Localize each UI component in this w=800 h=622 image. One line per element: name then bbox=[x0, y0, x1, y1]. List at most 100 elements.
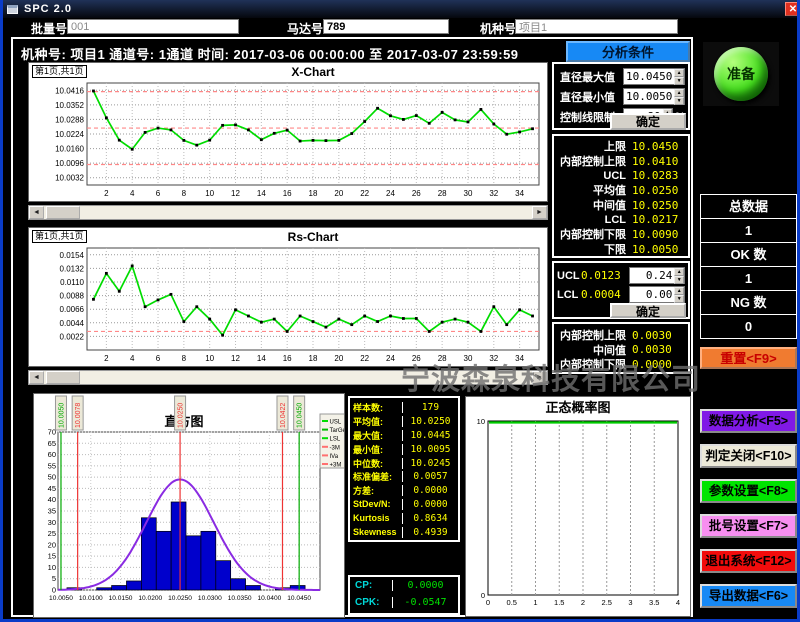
total-value: 1 bbox=[700, 218, 797, 243]
svg-text:0.0044: 0.0044 bbox=[60, 319, 85, 328]
confirm-button[interactable]: 确定 bbox=[610, 113, 686, 130]
dia-min-input[interactable] bbox=[624, 89, 674, 104]
spin-up-icon[interactable]: ▲ bbox=[674, 89, 684, 97]
spin-up-icon[interactable]: ▲ bbox=[674, 69, 684, 77]
dia-max-input[interactable] bbox=[624, 69, 674, 84]
stat-value: 0.0000 bbox=[402, 499, 458, 510]
svg-text:28: 28 bbox=[438, 189, 447, 198]
ng-value: 0 bbox=[700, 314, 797, 339]
rs-chart-scrollbar[interactable]: ◄ ► bbox=[28, 370, 548, 385]
spin-down-icon[interactable]: ▼ bbox=[674, 97, 684, 105]
limit-row: 平均值10.0250 bbox=[558, 183, 684, 198]
batch-label: 批量号: bbox=[31, 20, 71, 37]
limit-label: 内部控制下限 bbox=[558, 356, 626, 372]
ready-indicator[interactable]: 准备 bbox=[714, 47, 768, 101]
spin-up-icon[interactable]: ▲ bbox=[674, 287, 684, 295]
limit-value: 10.0090 bbox=[632, 228, 684, 241]
limit-row: 内部控制上限10.0410 bbox=[558, 154, 684, 169]
header-info: 机种号: 项目1 通道号: 1通道 时间: 2017-03-06 00:00:0… bbox=[21, 44, 519, 63]
svg-text:10.0250: 10.0250 bbox=[168, 595, 192, 602]
motor-input[interactable] bbox=[323, 19, 449, 34]
svg-text:20: 20 bbox=[334, 189, 343, 198]
limit-row: 中间值0.0030 bbox=[558, 343, 684, 358]
scroll-right-icon[interactable]: ► bbox=[532, 371, 547, 384]
dia-max-spinner[interactable]: ▲▼ bbox=[623, 68, 685, 85]
svg-text:10.0400: 10.0400 bbox=[257, 595, 281, 602]
svg-text:1.5: 1.5 bbox=[554, 598, 564, 607]
limit-row: 内部控制上限0.0030 bbox=[558, 328, 684, 343]
svg-text:10.0160: 10.0160 bbox=[55, 145, 84, 154]
function-button-3[interactable]: 参数设置<F8> bbox=[700, 479, 797, 503]
svg-text:0.0110: 0.0110 bbox=[60, 278, 84, 287]
svg-text:32: 32 bbox=[489, 354, 498, 363]
stat-label: 中位数: bbox=[350, 457, 402, 470]
svg-text:5: 5 bbox=[52, 574, 56, 583]
scroll-track[interactable] bbox=[44, 371, 532, 384]
svg-text:0.0022: 0.0022 bbox=[60, 332, 85, 341]
function-button-6[interactable]: 导出数据<F6> bbox=[700, 584, 797, 608]
limit-value: 10.0250 bbox=[632, 199, 684, 212]
spin-down-icon[interactable]: ▼ bbox=[674, 276, 684, 284]
limit-row: 内部控制下限 10.0090 bbox=[558, 227, 684, 242]
svg-text:10.0200: 10.0200 bbox=[138, 595, 162, 602]
function-button-5[interactable]: 退出系统<F12> bbox=[700, 549, 797, 573]
svg-text:10.0416: 10.0416 bbox=[55, 86, 84, 95]
svg-text:0.0154: 0.0154 bbox=[60, 251, 85, 260]
scroll-thumb[interactable] bbox=[46, 206, 80, 219]
machine-input[interactable] bbox=[515, 19, 678, 34]
stat-label: Skewness bbox=[350, 527, 402, 537]
limit-row: UCL10.0283 bbox=[558, 168, 684, 183]
scroll-track[interactable] bbox=[44, 206, 532, 219]
x-chart-scrollbar[interactable]: ◄ ► bbox=[28, 205, 548, 220]
svg-text:正态概率图: 正态概率图 bbox=[545, 400, 610, 415]
svg-text:3.5: 3.5 bbox=[649, 598, 659, 607]
spin-down-icon[interactable]: ▼ bbox=[674, 77, 684, 85]
scroll-left-icon[interactable]: ◄ bbox=[29, 371, 44, 384]
lcl-value: 0.0004 bbox=[581, 288, 629, 301]
stat-row: 样本数:179 bbox=[350, 401, 458, 415]
svg-text:20: 20 bbox=[48, 540, 56, 549]
confirm-button-2[interactable]: 确定 bbox=[610, 303, 686, 318]
lcl-input[interactable] bbox=[630, 287, 674, 302]
svg-text:4: 4 bbox=[130, 189, 135, 198]
stat-value: 0.0000 bbox=[402, 485, 458, 496]
function-button-1[interactable]: 数据分析<F5> bbox=[700, 409, 797, 433]
scroll-left-icon[interactable]: ◄ bbox=[29, 206, 44, 219]
x-chart-page-label: 第1页,共1页 bbox=[32, 65, 87, 78]
svg-text:26: 26 bbox=[412, 354, 421, 363]
ucl-input[interactable] bbox=[630, 268, 674, 283]
svg-text:2: 2 bbox=[581, 598, 585, 607]
scroll-right-icon[interactable]: ► bbox=[532, 206, 547, 219]
close-button[interactable]: ✕ bbox=[785, 2, 800, 16]
machine-label: 机种号: bbox=[480, 20, 520, 37]
spin-down-icon[interactable]: ▼ bbox=[674, 295, 684, 303]
svg-text:4: 4 bbox=[130, 354, 135, 363]
spin-up-icon[interactable]: ▲ bbox=[674, 268, 684, 276]
limit-label: 内部控制下限 bbox=[558, 226, 626, 242]
stat-value: 10.0095 bbox=[402, 444, 458, 455]
svg-text:34: 34 bbox=[515, 354, 524, 363]
dia-min-spinner[interactable]: ▲▼ bbox=[623, 88, 685, 105]
counter-table: 总数据 1 OK 数 1 NG 数 0 bbox=[700, 195, 797, 339]
function-button-4[interactable]: 批号设置<F7> bbox=[700, 514, 797, 538]
ucl-spinner[interactable]: ▲▼ bbox=[629, 267, 685, 284]
svg-text:10.0100: 10.0100 bbox=[79, 595, 103, 602]
lcl-spinner[interactable]: ▲▼ bbox=[629, 286, 685, 303]
scroll-thumb[interactable] bbox=[46, 371, 80, 384]
batch-input[interactable] bbox=[67, 19, 239, 34]
cp-value: 0.0000 bbox=[392, 580, 458, 591]
function-button-2[interactable]: 判定关闭<F10> bbox=[700, 444, 797, 468]
analyze-conditions-button[interactable]: 分析条件 bbox=[566, 41, 690, 62]
svg-text:10: 10 bbox=[48, 563, 56, 572]
svg-text:Rs-Chart: Rs-Chart bbox=[288, 230, 339, 244]
stat-row: 最小值:10.0095 bbox=[350, 442, 458, 456]
svg-text:0.0066: 0.0066 bbox=[60, 305, 85, 314]
limit-value: 10.0450 bbox=[632, 140, 684, 153]
svg-text:TarGet: TarGet bbox=[330, 428, 345, 434]
title-bar[interactable]: SPC 2.0 ✕ bbox=[3, 0, 800, 18]
stat-label: 样本数: bbox=[350, 401, 402, 414]
svg-text:32: 32 bbox=[489, 189, 498, 198]
reset-button[interactable]: 重置<F9> bbox=[700, 347, 797, 369]
svg-text:40: 40 bbox=[48, 495, 56, 504]
svg-text:10.0250: 10.0250 bbox=[178, 403, 185, 428]
